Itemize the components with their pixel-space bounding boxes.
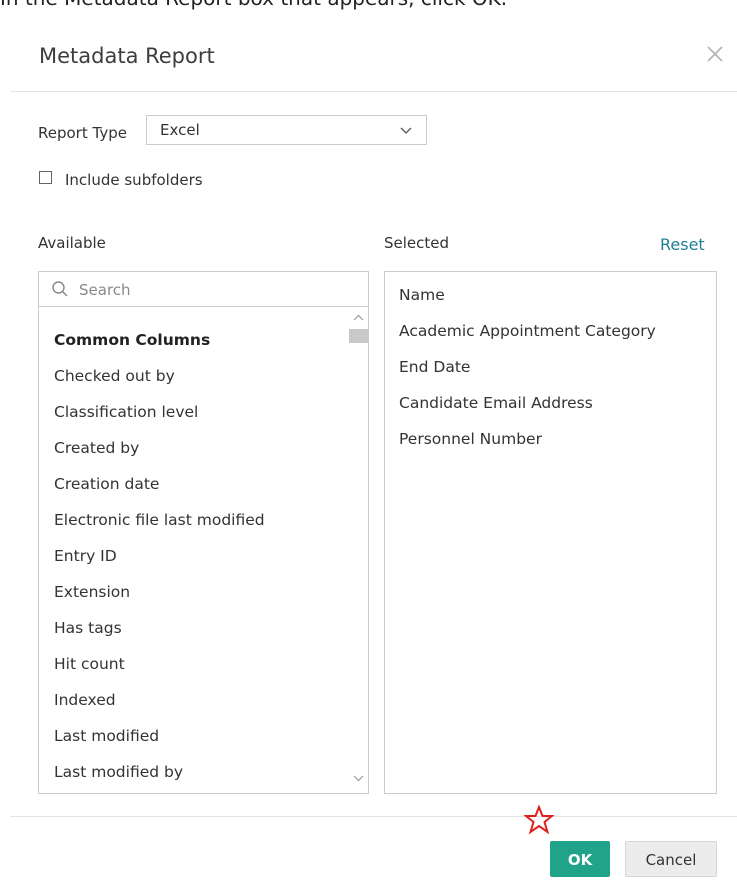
list-item[interactable]: Electronic file last modified — [54, 502, 265, 538]
instruction-text: In the Metadata Report box that appears,… — [0, 0, 737, 10]
cancel-button[interactable]: Cancel — [625, 841, 717, 877]
footer-divider — [10, 816, 737, 817]
list-item[interactable]: Extension — [54, 574, 130, 610]
available-heading: Available — [38, 234, 106, 252]
list-item[interactable]: Creation date — [54, 466, 159, 502]
selected-item[interactable]: Personnel Number — [399, 421, 542, 457]
close-x-glyph — [707, 46, 723, 62]
scrollbar-thumb[interactable] — [349, 329, 368, 343]
selected-item[interactable]: Candidate Email Address — [399, 385, 593, 421]
list-item[interactable]: Last modified — [54, 718, 159, 754]
list-item[interactable]: Last modified by — [54, 754, 183, 790]
metadata-report-dialog: Metadata Report Report Type Excel Includ… — [10, 10, 737, 888]
close-icon[interactable] — [703, 42, 727, 66]
list-item[interactable]: Classification level — [54, 394, 198, 430]
chevron-down-icon — [400, 127, 412, 134]
dialog-title: Metadata Report — [39, 44, 215, 68]
search-box — [38, 271, 369, 307]
list-item[interactable]: Checked out by — [54, 358, 175, 394]
selected-heading: Selected — [384, 234, 450, 252]
list-item[interactable]: Has tags — [54, 610, 122, 646]
scroll-down-icon[interactable] — [349, 771, 368, 785]
list-group-header: Common Columns — [54, 331, 211, 349]
selected-columns-list: Name Academic Appointment Category End D… — [384, 271, 717, 794]
include-subfolders-label: Include subfolders — [65, 171, 203, 189]
selected-item[interactable]: Academic Appointment Category — [399, 313, 656, 349]
include-subfolders-checkbox[interactable] — [39, 171, 52, 184]
reset-link[interactable]: Reset — [660, 235, 705, 254]
search-icon — [52, 281, 68, 297]
list-item[interactable]: Created by — [54, 430, 139, 466]
scrollbar[interactable] — [349, 307, 368, 792]
selected-item[interactable]: Name — [399, 277, 445, 313]
list-item[interactable]: Entry ID — [54, 538, 117, 574]
list-item[interactable]: Indexed — [54, 682, 116, 718]
report-type-value: Excel — [160, 121, 200, 139]
selected-item[interactable]: End Date — [399, 349, 470, 385]
report-type-label: Report Type — [38, 124, 127, 142]
star-icon — [524, 805, 554, 835]
report-type-select[interactable]: Excel — [146, 115, 427, 145]
header-divider — [10, 91, 737, 92]
list-item[interactable]: Hit count — [54, 646, 125, 682]
scroll-up-icon[interactable] — [349, 311, 368, 325]
available-columns-list: Common Columns Checked out by Classifica… — [38, 307, 369, 794]
ok-button[interactable]: OK — [550, 841, 610, 877]
search-input[interactable] — [77, 276, 361, 304]
